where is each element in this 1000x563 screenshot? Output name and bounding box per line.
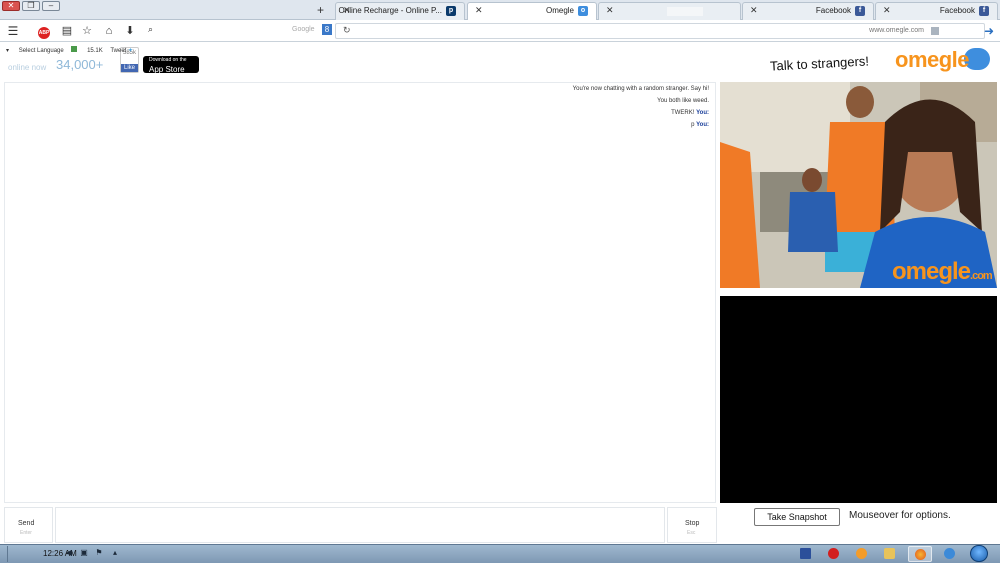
- action-center-icon[interactable]: ⚑: [94, 548, 104, 558]
- chat-message-text: p: [691, 122, 695, 128]
- tab-facebook-2[interactable]: f Facebook ✕: [742, 2, 874, 20]
- stop-button[interactable]: Stop Esc: [667, 507, 717, 543]
- chat-status-line: You're now chatting with a random strang…: [573, 86, 709, 92]
- minimize-window-button[interactable]: –: [42, 1, 60, 11]
- paytm-favicon-icon: p: [446, 6, 456, 16]
- stranger-video[interactable]: omegle.com: [720, 82, 997, 288]
- online-label: online now: [8, 63, 47, 72]
- media-player-icon: [856, 548, 867, 559]
- take-snapshot-button[interactable]: Take Snapshot: [754, 508, 840, 526]
- tweet-count: 15.1K: [87, 48, 103, 54]
- appstore-small-text: Download on the: [149, 57, 187, 63]
- tab-close-icon[interactable]: ✕: [750, 5, 758, 16]
- app-store-badge[interactable]: Download on the App Store: [143, 56, 199, 74]
- chat-sender: You:: [696, 122, 709, 128]
- self-video[interactable]: [720, 296, 997, 503]
- opera-icon: [828, 548, 839, 559]
- chat-message-text: TWERK!: [671, 110, 695, 116]
- show-desktop-button[interactable]: [0, 546, 8, 562]
- omegle-logo[interactable]: omegle: [895, 47, 970, 73]
- download-icon[interactable]: ⬇: [123, 24, 137, 38]
- stop-hint: Esc: [687, 530, 696, 536]
- taskbar-opera[interactable]: [822, 546, 846, 562]
- tab-redacted[interactable]: ✕: [598, 2, 741, 20]
- address-bar[interactable]: ↻ www.omegle.com: [335, 23, 985, 39]
- fb-like-button[interactable]: Like: [121, 64, 138, 72]
- url-text: www.omegle.com: [869, 27, 924, 34]
- tagline: Talk to strangers!: [769, 53, 870, 74]
- back-arrow-icon[interactable]: ➜: [982, 24, 996, 38]
- internet-explorer-icon: [944, 548, 955, 559]
- language-dropdown-arrow-icon[interactable]: ▾: [6, 48, 9, 54]
- close-window-button[interactable]: ✕: [2, 1, 20, 11]
- search-icon[interactable]: ⌕: [148, 24, 153, 35]
- chat-message: p You:: [691, 122, 709, 128]
- watermark-suffix: .com: [970, 270, 993, 282]
- send-label: Send: [18, 520, 35, 527]
- google-translate-icon: [71, 46, 78, 52]
- network-icon[interactable]: ▣: [79, 548, 89, 558]
- restore-window-button[interactable]: ❐: [22, 1, 40, 11]
- tab-label: Facebook: [939, 6, 975, 15]
- chat-status-text: You're now chatting with a random strang…: [572, 86, 709, 92]
- reload-icon[interactable]: ↻: [343, 25, 351, 36]
- volume-icon[interactable]: ◀: [64, 548, 74, 558]
- stop-label: Stop: [685, 520, 700, 527]
- adblock-badge: ABP: [38, 27, 50, 39]
- video-watermark: omegle.com: [892, 258, 993, 286]
- taskbar-app[interactable]: [794, 546, 818, 562]
- app-icon: [800, 548, 811, 559]
- mouseover-hint: Mouseover for options.: [849, 510, 951, 521]
- chat-message: TWERK! You:: [671, 110, 709, 116]
- search-engine-icon[interactable]: 8: [322, 24, 332, 35]
- tab-close-icon[interactable]: ✕: [343, 5, 351, 16]
- tweet-button[interactable]: Tweet: [110, 48, 126, 54]
- search-placeholder: Google: [292, 26, 315, 33]
- taskbar-media[interactable]: [850, 546, 874, 562]
- send-hint: Enter: [20, 530, 32, 536]
- home-icon[interactable]: ⌂: [102, 24, 116, 38]
- tab-close-icon[interactable]: ✕: [606, 5, 614, 16]
- bookmark-star-icon[interactable]: ☆: [80, 24, 94, 38]
- site-identity-icon: [931, 27, 939, 35]
- language-select[interactable]: Select Language: [19, 48, 64, 54]
- firefox-icon: [915, 549, 926, 560]
- chat-interest-line: You both like weed.: [657, 98, 709, 104]
- navigation-bar: ☰ ABP ▤ ☆ ⌂ ⬇ ⌕ Google 8 ↻ www.omegle.co…: [0, 20, 1000, 42]
- tab-label: Online Recharge - Online P...: [338, 6, 442, 15]
- new-tab-button[interactable]: +: [317, 3, 324, 17]
- tab-omegle[interactable]: o Omegle ✕: [467, 2, 597, 20]
- tab-close-icon[interactable]: ✕: [475, 5, 483, 16]
- tab-facebook-1[interactable]: f Facebook ✕: [875, 2, 998, 20]
- twitter-bird-icon: ✦: [128, 48, 134, 54]
- send-button[interactable]: Send Enter: [4, 507, 53, 543]
- tab-label: Facebook: [815, 6, 851, 15]
- online-count: 34,000+: [56, 57, 104, 72]
- omegle-favicon-icon: o: [578, 6, 588, 16]
- search-box[interactable]: ⌕ Google 8: [148, 23, 332, 39]
- facebook-favicon-icon: f: [855, 6, 865, 16]
- adblock-icon[interactable]: ABP: [34, 24, 54, 39]
- language-and-share-row: ▾ Select Language 15.1K Tweet ✦: [6, 46, 133, 54]
- menu-icon[interactable]: ☰: [6, 24, 20, 38]
- taskbar-ie[interactable]: [938, 546, 962, 562]
- message-input[interactable]: [55, 507, 665, 543]
- watermark-text: omegle: [892, 258, 971, 285]
- taskbar-explorer[interactable]: [878, 546, 902, 562]
- clipboard-icon[interactable]: ▤: [60, 24, 74, 38]
- taskbar-firefox[interactable]: [908, 546, 932, 562]
- show-hidden-icons-icon[interactable]: ▴: [110, 548, 120, 558]
- facebook-favicon-icon: f: [979, 6, 989, 16]
- folder-icon: [884, 548, 895, 559]
- browser-tab-strip: ✕ ❐ – f Facebook ✕ f Facebook ✕ ✕ o Omeg…: [0, 0, 1000, 20]
- chat-sender: You:: [696, 110, 709, 116]
- tab-label: Omegle: [545, 6, 574, 15]
- redacted-tab-title: [667, 7, 703, 16]
- windows-start-button[interactable]: [970, 545, 988, 562]
- tab-online-recharge[interactable]: p Online Recharge - Online P... ✕: [335, 2, 465, 20]
- chat-log: You're now chatting with a random strang…: [4, 82, 716, 503]
- tab-close-icon[interactable]: ✕: [883, 5, 891, 16]
- chat-interest-text: You both like weed.: [657, 98, 709, 104]
- appstore-big-text: App Store: [149, 65, 185, 74]
